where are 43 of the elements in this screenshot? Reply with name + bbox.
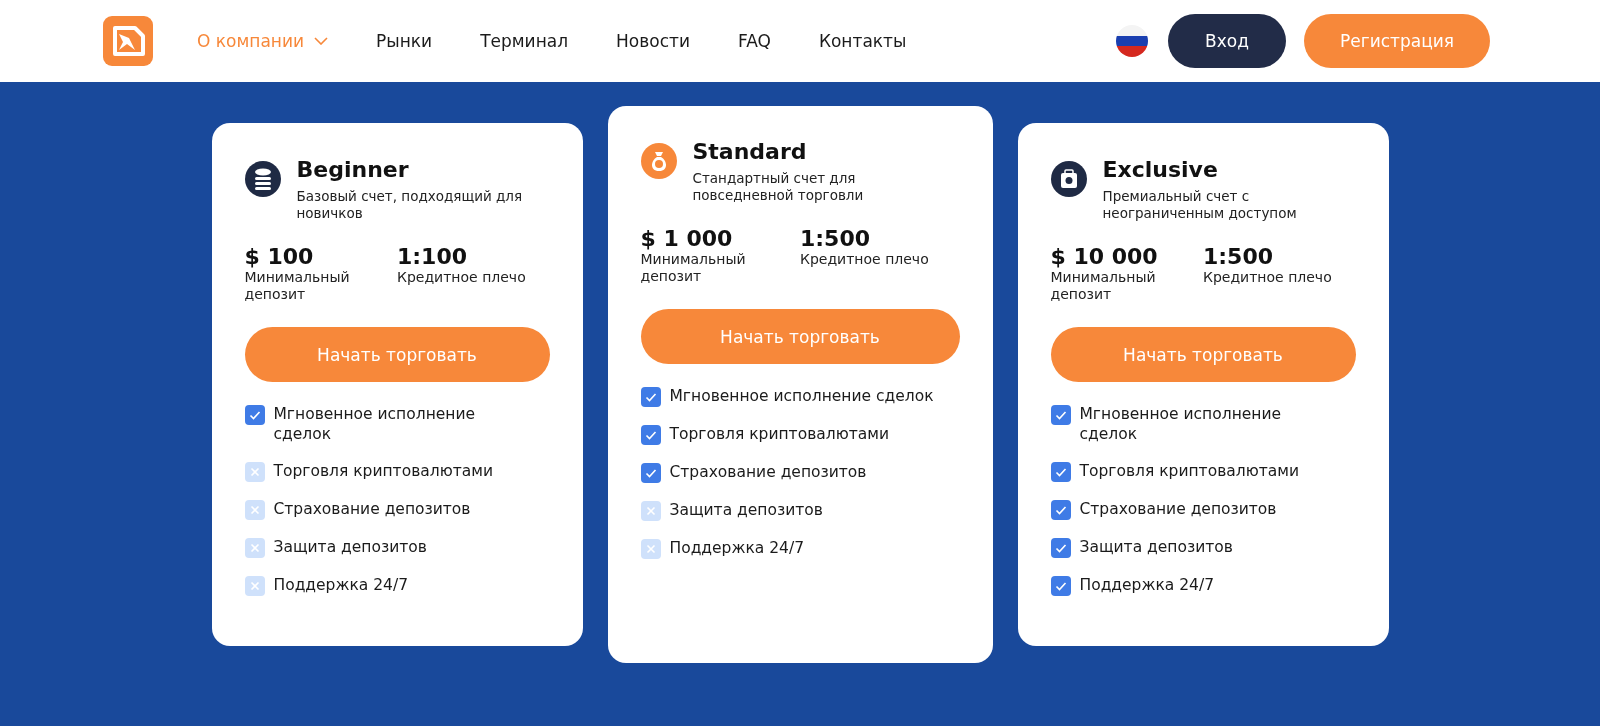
deposit-label: Минимальный депозит	[1050, 269, 1157, 303]
nav-link[interactable]: Терминал	[480, 31, 569, 51]
feature-label: Торговля криптовалютами	[273, 461, 493, 481]
leverage-value: 1:500	[1203, 244, 1275, 269]
feature-label: Мгновенное исполнение сделок	[273, 404, 477, 444]
deposit-label: Минимальный депозит	[244, 269, 351, 303]
plan-name: Beginner	[296, 157, 410, 182]
nav-link[interactable]: Новости	[616, 31, 690, 51]
feature-label: Поддержка 24/7	[1079, 575, 1214, 595]
plan-description: Базовый счет, подходящий для новичков	[296, 188, 524, 222]
plan-icon	[1050, 161, 1087, 197]
leverage-label: Кредитное плечо	[397, 269, 527, 286]
nav-link[interactable]: Контакты	[818, 31, 907, 51]
plan-icon	[640, 143, 677, 179]
login-button[interactable]: Вход	[1168, 14, 1286, 68]
leverage-label: Кредитное плечо	[1203, 269, 1333, 286]
flag-icon[interactable]	[1116, 25, 1148, 57]
feature-label: Мгновенное исполнение сделок	[669, 386, 934, 406]
feature-label: Защита депозитов	[669, 500, 823, 520]
feature-label: Поддержка 24/7	[273, 575, 408, 595]
deposit-amount: $ 1 000	[640, 226, 734, 251]
plan-description: Стандартный счет для повседневной торговли	[692, 170, 865, 204]
plan-name: Exclusive	[1102, 157, 1219, 182]
leverage-value: 1:500	[800, 226, 872, 251]
feature-label: Поддержка 24/7	[669, 538, 804, 558]
plan-name: Standard	[692, 139, 808, 164]
deposit-amount: $ 10 000	[1050, 244, 1159, 269]
feature-label: Мгновенное исполнение сделок	[1079, 404, 1283, 444]
nav-link[interactable]: Рынки	[376, 31, 433, 51]
feature-label: Страхование депозитов	[273, 499, 471, 519]
feature-label: Страхование депозитов	[1079, 499, 1277, 519]
deposit-amount: $ 100	[244, 244, 315, 269]
feature-label: Защита депозитов	[273, 537, 427, 557]
feature-label: Торговля криптовалютами	[669, 424, 889, 444]
feature-label: Торговля криптовалютами	[1079, 461, 1299, 481]
nav-link[interactable]: FAQ	[737, 31, 771, 51]
plan-icon	[244, 161, 281, 197]
leverage-value: 1:100	[397, 244, 469, 269]
plan-description: Премиальный счет с неограниченным доступом	[1102, 188, 1298, 222]
feature-label: Защита депозитов	[1079, 537, 1233, 557]
feature-label: Страхование депозитов	[669, 462, 867, 482]
leverage-label: Кредитное плечо	[800, 251, 930, 268]
deposit-label: Минимальный депозит	[640, 251, 747, 285]
